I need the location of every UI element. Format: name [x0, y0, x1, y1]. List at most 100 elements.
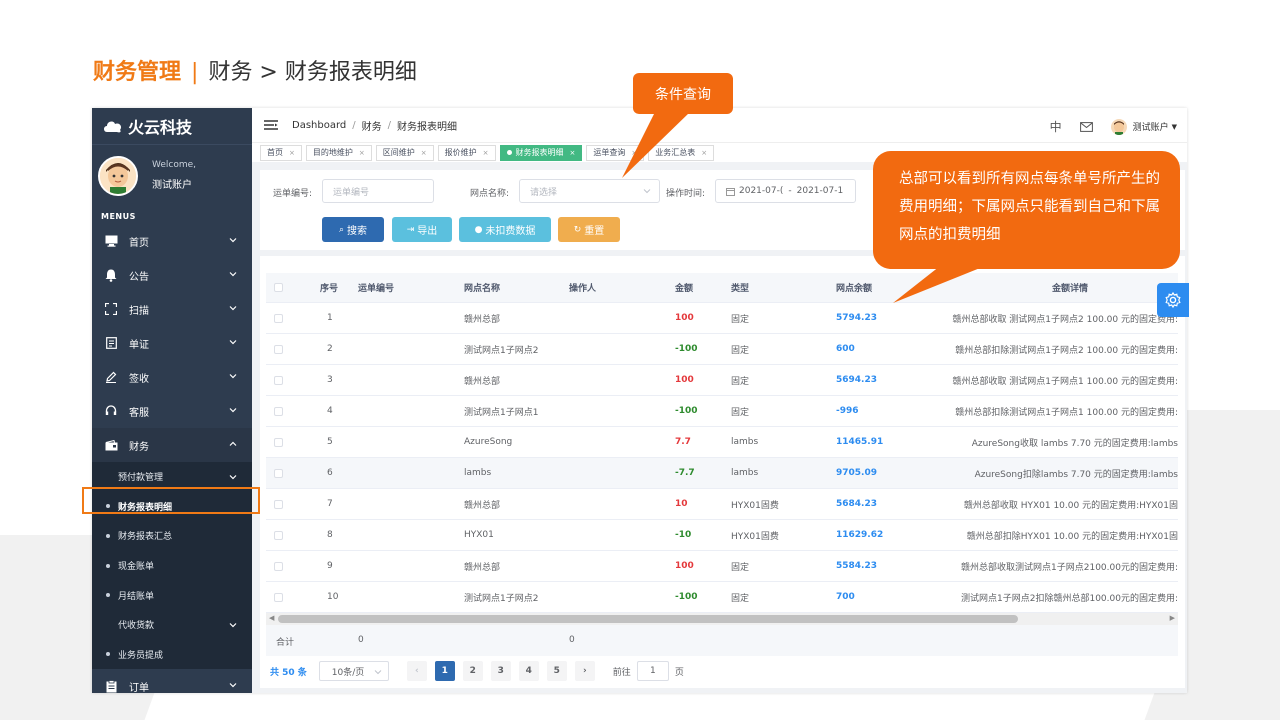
horizontal-scrollbar[interactable]: ◀ ▶	[266, 613, 1178, 625]
close-icon[interactable]: ×	[483, 149, 489, 157]
hamburger-icon[interactable]	[264, 120, 278, 130]
outlet-select[interactable]: 请选择	[519, 179, 660, 203]
unpaid-data-button[interactable]: ● 未扣费数据	[459, 217, 551, 242]
scroll-right-icon[interactable]: ▶	[1170, 614, 1175, 622]
sidebar-item-cod[interactable]: 代收货款	[92, 610, 252, 640]
account-name[interactable]: 测试账户	[1133, 120, 1169, 133]
sidebar-item-order[interactable]: 订单	[92, 669, 252, 693]
chevron-down-icon	[643, 189, 651, 194]
page-size-select[interactable]: 10条/页	[318, 661, 389, 681]
scroll-left-icon[interactable]: ◀	[269, 614, 274, 622]
close-icon[interactable]: ×	[701, 149, 707, 157]
table-row[interactable]: 1 赣州总部 100 固定 5794.23 赣州总部收取 测试网点1子网点2 100.00…	[266, 303, 1178, 334]
mail-icon[interactable]	[1079, 121, 1093, 132]
wallet-icon	[104, 438, 118, 452]
table-row[interactable]: 7 赣州总部 10 HYX01固费 5684.23 赣州总部收取 HYX01 10.00 …	[266, 489, 1178, 520]
tab-quote[interactable]: 报价维护 ×	[437, 144, 496, 161]
sidebar-item-document[interactable]: 单证	[92, 326, 252, 360]
reset-button[interactable]: ↻ 重置	[558, 217, 620, 242]
sidebar-item-report-summary[interactable]: 财务报表汇总	[92, 521, 252, 551]
settings-button[interactable]	[1157, 283, 1189, 317]
page-button[interactable]: 1	[434, 661, 455, 681]
tab-destination[interactable]: 目的地维护 ×	[305, 144, 372, 161]
sidebar-item-service[interactable]: 客服	[92, 394, 252, 428]
row-checkbox[interactable]	[274, 468, 283, 478]
date-range-picker[interactable]: 2021-07-( - 2021-07-1	[715, 179, 856, 203]
tab-report-detail[interactable]: 财务报表明细 ×	[499, 144, 583, 161]
row-checkbox[interactable]	[274, 406, 283, 416]
search-icon: ⌕	[338, 224, 345, 235]
summary-row: 合计 0 0	[266, 625, 1178, 656]
breadcrumb: Dashboard / 财务 / 财务报表明细	[292, 118, 458, 133]
close-icon[interactable]: ×	[359, 149, 365, 157]
page-button[interactable]: 2	[462, 661, 483, 681]
sidebar-item-notice[interactable]: 公告	[92, 258, 252, 292]
row-checkbox[interactable]	[274, 437, 283, 447]
sidebar-item-sign[interactable]: 签收	[92, 360, 252, 394]
row-checkbox[interactable]	[274, 530, 283, 540]
cell-detail: 赣州总部收取 测试网点1子网点2 100.00 元的固定费用:	[952, 314, 1178, 325]
table-row[interactable]: 8 HYX01 -10 HYX01固费 11629.62 赣州总部扣除HYX01 10.0…	[266, 520, 1178, 551]
sidebar-item-label: 月结账单	[118, 591, 155, 602]
waybill-input[interactable]: 运单编号	[322, 179, 434, 203]
menus-label: MENUS	[101, 212, 136, 221]
page-button[interactable]: 5	[546, 661, 567, 681]
cell-balance: 5684.23	[836, 499, 877, 509]
export-button[interactable]: ⇥ 导出	[392, 217, 452, 242]
cell-type: lambs	[731, 468, 759, 478]
table-row[interactable]: 3 赣州总部 100 固定 5694.23 赣州总部收取 测试网点1子网点1 100.00…	[266, 365, 1178, 396]
row-checkbox[interactable]	[274, 344, 283, 354]
close-icon[interactable]: ×	[421, 149, 427, 157]
table-row[interactable]: 9 赣州总部 100 固定 5584.23 赣州总部收取测试网点1子网点2100.00元的…	[266, 551, 1178, 582]
table-body: 1 赣州总部 100 固定 5794.23 赣州总部收取 测试网点1子网点2 100.00…	[266, 303, 1178, 613]
caret-down-icon[interactable]: ▼	[1172, 123, 1177, 131]
header-outlet: 网点名称	[464, 284, 501, 294]
tab-interval[interactable]: 区间维护 ×	[375, 144, 434, 161]
table-row[interactable]: 6 lambs -7.7 lambs 9705.09 AzureSong扣除lambs 7…	[266, 458, 1178, 489]
chevron-down-icon	[374, 670, 382, 675]
export-icon: ⇥	[406, 224, 415, 235]
search-button[interactable]: ⌕ 搜索	[322, 217, 384, 242]
date-start: 2021-07-(	[739, 186, 784, 196]
logo-text: 火云科技	[128, 118, 193, 137]
row-checkbox[interactable]	[274, 499, 283, 509]
breadcrumb-item[interactable]: Dashboard	[292, 120, 346, 131]
sidebar-item-label: 签收	[129, 373, 149, 385]
close-icon[interactable]: ×	[289, 149, 295, 157]
prev-page-button[interactable]: ‹	[406, 661, 427, 681]
row-checkbox[interactable]	[274, 313, 283, 323]
select-all-checkbox[interactable]	[274, 283, 283, 292]
cell-amount: -100	[675, 406, 698, 416]
tab-business-summary[interactable]: 业务汇总表 ×	[648, 144, 715, 161]
sidebar-item-cash-bill[interactable]: 现金账单	[92, 551, 252, 581]
sidebar-item-finance[interactable]: 财务	[92, 428, 252, 462]
cell-type: 固定	[731, 376, 750, 387]
close-icon[interactable]: ×	[570, 149, 576, 157]
language-switch[interactable]: 中	[1050, 118, 1062, 135]
page-button[interactable]: 4	[518, 661, 539, 681]
sidebar-item-commission[interactable]: 业务员提成	[92, 640, 252, 670]
table-row[interactable]: 4 测试网点1子网点1 -100 固定 -996 赣州总部扣除测试网点1子网点1 100.…	[266, 396, 1178, 427]
table-row[interactable]: 5 AzureSong 7.7 lambs 11465.91 AzureSong收取 la…	[266, 427, 1178, 458]
tab-home[interactable]: 首页 ×	[260, 144, 302, 161]
tab-waybill-query[interactable]: 运单查询 ×	[586, 144, 645, 161]
row-checkbox[interactable]	[274, 375, 283, 385]
cell-balance: 700	[836, 592, 855, 602]
sidebar-item-home[interactable]: 首页	[92, 224, 252, 258]
close-icon[interactable]: ×	[631, 149, 637, 157]
table-row[interactable]: 2 测试网点1子网点2 -100 固定 600 赣州总部扣除测试网点1子网点2 100.0…	[266, 334, 1178, 365]
next-page-button[interactable]: ›	[574, 661, 595, 681]
table-row[interactable]: 10 测试网点1子网点2 -100 固定 700 测试网点1子网点2扣除赣州总部100.0…	[266, 582, 1178, 613]
row-checkbox[interactable]	[274, 592, 283, 602]
avatar[interactable]	[98, 155, 138, 196]
breadcrumb-item[interactable]: 财务	[362, 118, 382, 133]
page-button[interactable]: 3	[490, 661, 511, 681]
sidebar-item-monthly-bill[interactable]: 月结账单	[92, 580, 252, 610]
account-avatar[interactable]	[1110, 118, 1127, 135]
sidebar-item-scan[interactable]: 扫描	[92, 292, 252, 326]
header-type: 类型	[731, 284, 750, 294]
goto-input[interactable]: 1	[636, 661, 669, 681]
scrollbar-thumb[interactable]	[278, 615, 1018, 623]
cell-outlet: 测试网点1子网点2	[464, 345, 539, 356]
row-checkbox[interactable]	[274, 561, 283, 571]
